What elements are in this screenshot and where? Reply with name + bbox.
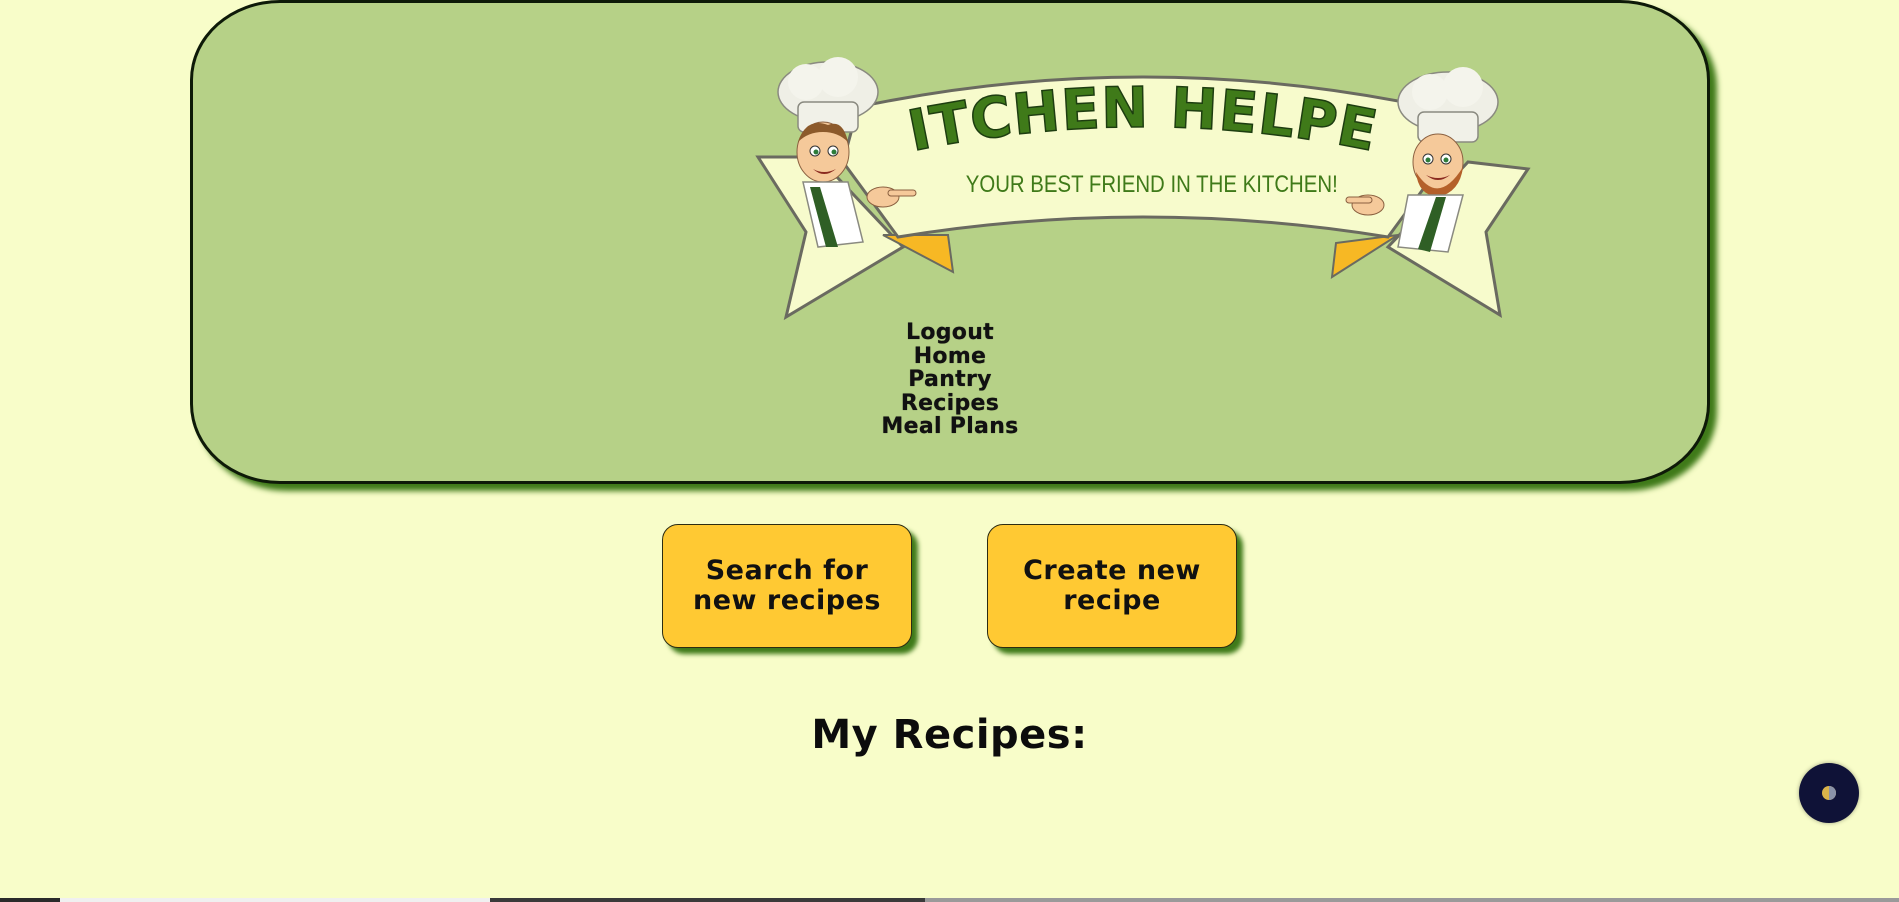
create-recipe-button[interactable]: Create new recipe bbox=[987, 524, 1237, 648]
bottom-scroll-strip bbox=[0, 898, 1899, 902]
logo-tagline: YOUR BEST FRIEND IN THE KITCHEN! bbox=[966, 170, 1338, 197]
nav-recipes[interactable]: Recipes bbox=[901, 391, 999, 416]
half-moon-icon bbox=[1822, 786, 1836, 800]
nav-logout[interactable]: Logout bbox=[906, 321, 994, 345]
theme-toggle-button[interactable] bbox=[1799, 763, 1859, 823]
main-nav: Logout Home Pantry Recipes Meal Plans bbox=[193, 321, 1707, 439]
site-header: KITCHEN HELPER YOUR BEST FRIEND IN THE K… bbox=[190, 0, 1710, 484]
nav-home[interactable]: Home bbox=[914, 344, 987, 369]
page: KITCHEN HELPER YOUR BEST FRIEND IN THE K… bbox=[0, 0, 1899, 902]
my-recipes-heading: My Recipes: bbox=[811, 712, 1088, 758]
search-recipes-button[interactable]: Search for new recipes bbox=[662, 524, 912, 648]
nav-meal-plans[interactable]: Meal Plans bbox=[881, 415, 1018, 439]
nav-pantry[interactable]: Pantry bbox=[908, 368, 992, 392]
kitchen-helper-logo: KITCHEN HELPER YOUR BEST FRIEND IN THE K… bbox=[748, 47, 1531, 321]
